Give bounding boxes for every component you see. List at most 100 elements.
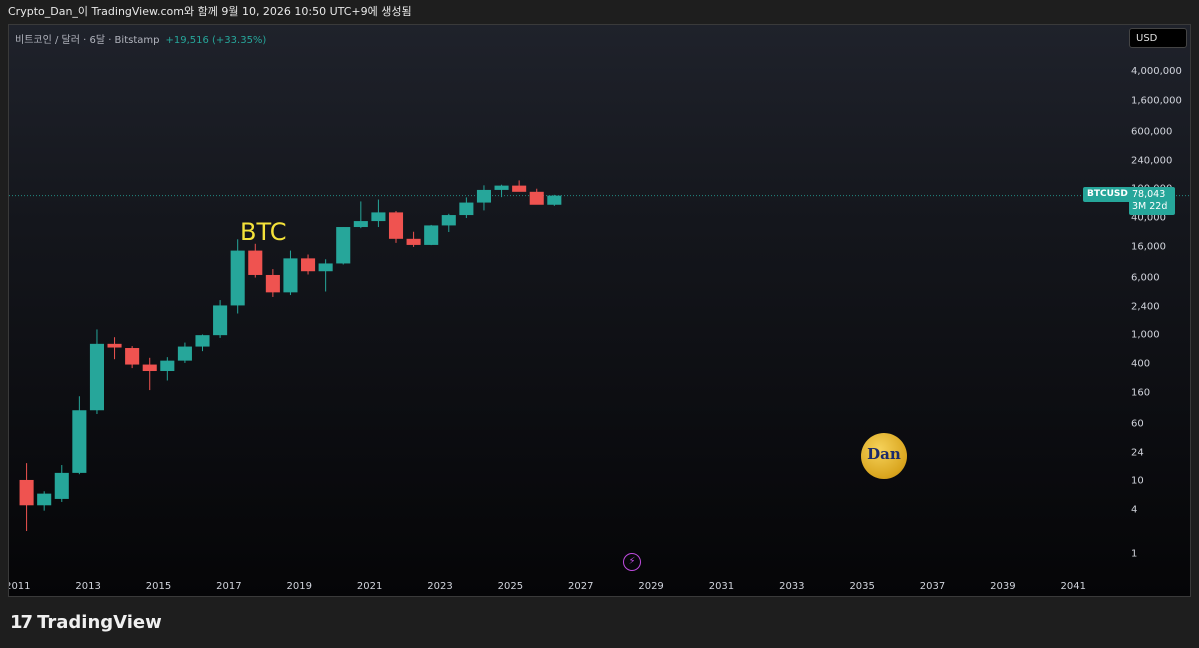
candle (37, 491, 52, 511)
candle (424, 224, 439, 246)
candle (265, 269, 280, 297)
candle-body (72, 410, 87, 473)
candle (125, 346, 140, 369)
candle (547, 194, 562, 206)
x-tick-label: 2039 (990, 581, 1015, 592)
candle-body (213, 305, 228, 336)
y-tick-label: 1,600,000 (1131, 95, 1182, 106)
candle-body (476, 189, 491, 203)
y-tick-label: 24 (1131, 448, 1144, 459)
x-tick-label: 2041 (1061, 581, 1086, 592)
candle (107, 337, 122, 360)
symbol-title: 비트코인 / 달러 · 6달 · Bitstamp (15, 35, 160, 46)
candle-body (318, 263, 333, 272)
lightning-icon[interactable]: ⚡ (623, 553, 641, 571)
candle (529, 188, 544, 205)
x-tick-label: 2037 (920, 581, 945, 592)
candle-body (160, 360, 175, 372)
y-tick-label: 6,000 (1131, 273, 1160, 284)
candle-body (265, 274, 280, 293)
candle (213, 300, 228, 338)
y-tick-label: 1 (1131, 549, 1137, 560)
chart-annotation: BTC (240, 218, 287, 246)
candle-body (494, 185, 509, 190)
candle (248, 243, 263, 278)
candle-body (388, 212, 404, 239)
candles-layer (19, 180, 562, 532)
candle-body (54, 472, 69, 499)
logo-text: Dan (867, 445, 901, 463)
candle (371, 199, 386, 228)
candle (336, 227, 351, 265)
y-tick-label: 240,000 (1131, 155, 1172, 166)
x-axis: 2011 2013 2015 2017 2019 2021 2023 2025 2027 2029… (9, 581, 1086, 592)
x-tick-label: 2021 (357, 581, 382, 592)
candle-body (301, 258, 316, 272)
y-axis: 4,000,0001,600,000600,000240,000100,0004… (1131, 66, 1182, 559)
dan-logo-watermark: Dan (861, 433, 907, 479)
candle (353, 201, 368, 229)
candle-body (107, 343, 122, 348)
x-tick-label: 2025 (498, 581, 523, 592)
candle (301, 254, 316, 275)
candle (406, 231, 421, 247)
candle-body (529, 191, 544, 205)
tradingview-branding: 17 TradingView (10, 612, 162, 634)
candle (160, 357, 175, 381)
last-price-badge: 78,043 3M 22d (1129, 187, 1175, 215)
symbol-legend[interactable]: 비트코인 / 달러 · 6달 · Bitstamp +19,516 (+33.35… (15, 31, 266, 46)
candle (494, 184, 509, 198)
series-label-badge: BTCUSD (1083, 187, 1132, 202)
candle (54, 465, 69, 502)
candle-body (459, 202, 474, 216)
candle-body (283, 258, 298, 293)
candle (177, 342, 192, 363)
candle (283, 250, 298, 296)
bar-countdown: 3M 22d (1132, 201, 1168, 212)
x-tick-label: 2017 (216, 581, 241, 592)
candle (476, 185, 491, 211)
last-price-value: 78,043 (1132, 189, 1166, 200)
candle-body (424, 225, 439, 245)
candle-body (353, 221, 368, 228)
candle (441, 213, 456, 232)
y-tick-label: 1,000 (1131, 329, 1160, 340)
x-tick-label: 2015 (146, 581, 171, 592)
x-tick-label: 2019 (287, 581, 312, 592)
x-tick-label: 2011 (9, 581, 31, 592)
y-tick-label: 2,400 (1131, 302, 1160, 313)
candle-body (512, 185, 527, 192)
candle-body (177, 346, 192, 361)
y-tick-label: 600,000 (1131, 126, 1172, 137)
candle-body (547, 195, 562, 205)
candle (388, 211, 404, 243)
candle-body (195, 335, 210, 347)
x-tick-label: 2013 (75, 581, 100, 592)
candle-body (230, 250, 245, 306)
chart-caption: Crypto_Dan_이 TradingView.com와 함께 9월 10, … (8, 5, 412, 18)
x-tick-label: 2029 (638, 581, 663, 592)
candle-body (89, 343, 104, 411)
tradingview-logo-icon: 17 (10, 612, 33, 633)
y-tick-label: 4,000,000 (1131, 66, 1182, 77)
candle-body (336, 227, 351, 264)
x-tick-label: 2023 (427, 581, 452, 592)
candle (72, 396, 87, 475)
candle-body (441, 215, 456, 226)
chart-panel[interactable]: 4,000,0001,600,000600,000240,000100,0004… (8, 24, 1191, 597)
tradingview-wordmark: TradingView (37, 612, 162, 633)
y-tick-label: 10 (1131, 475, 1144, 486)
candle (230, 239, 245, 314)
x-tick-label: 2031 (709, 581, 734, 592)
candle (512, 180, 527, 192)
candle (142, 357, 157, 391)
x-tick-label: 2027 (568, 581, 593, 592)
candle-body (406, 238, 421, 245)
y-tick-label: 16,000 (1131, 241, 1166, 252)
candle-body (125, 348, 140, 365)
price-chart[interactable]: 4,000,0001,600,000600,000240,000100,0004… (9, 25, 1190, 596)
candle (195, 334, 210, 352)
candle (19, 463, 34, 532)
x-tick-label: 2035 (849, 581, 874, 592)
currency-selector[interactable]: USD (1129, 28, 1187, 48)
